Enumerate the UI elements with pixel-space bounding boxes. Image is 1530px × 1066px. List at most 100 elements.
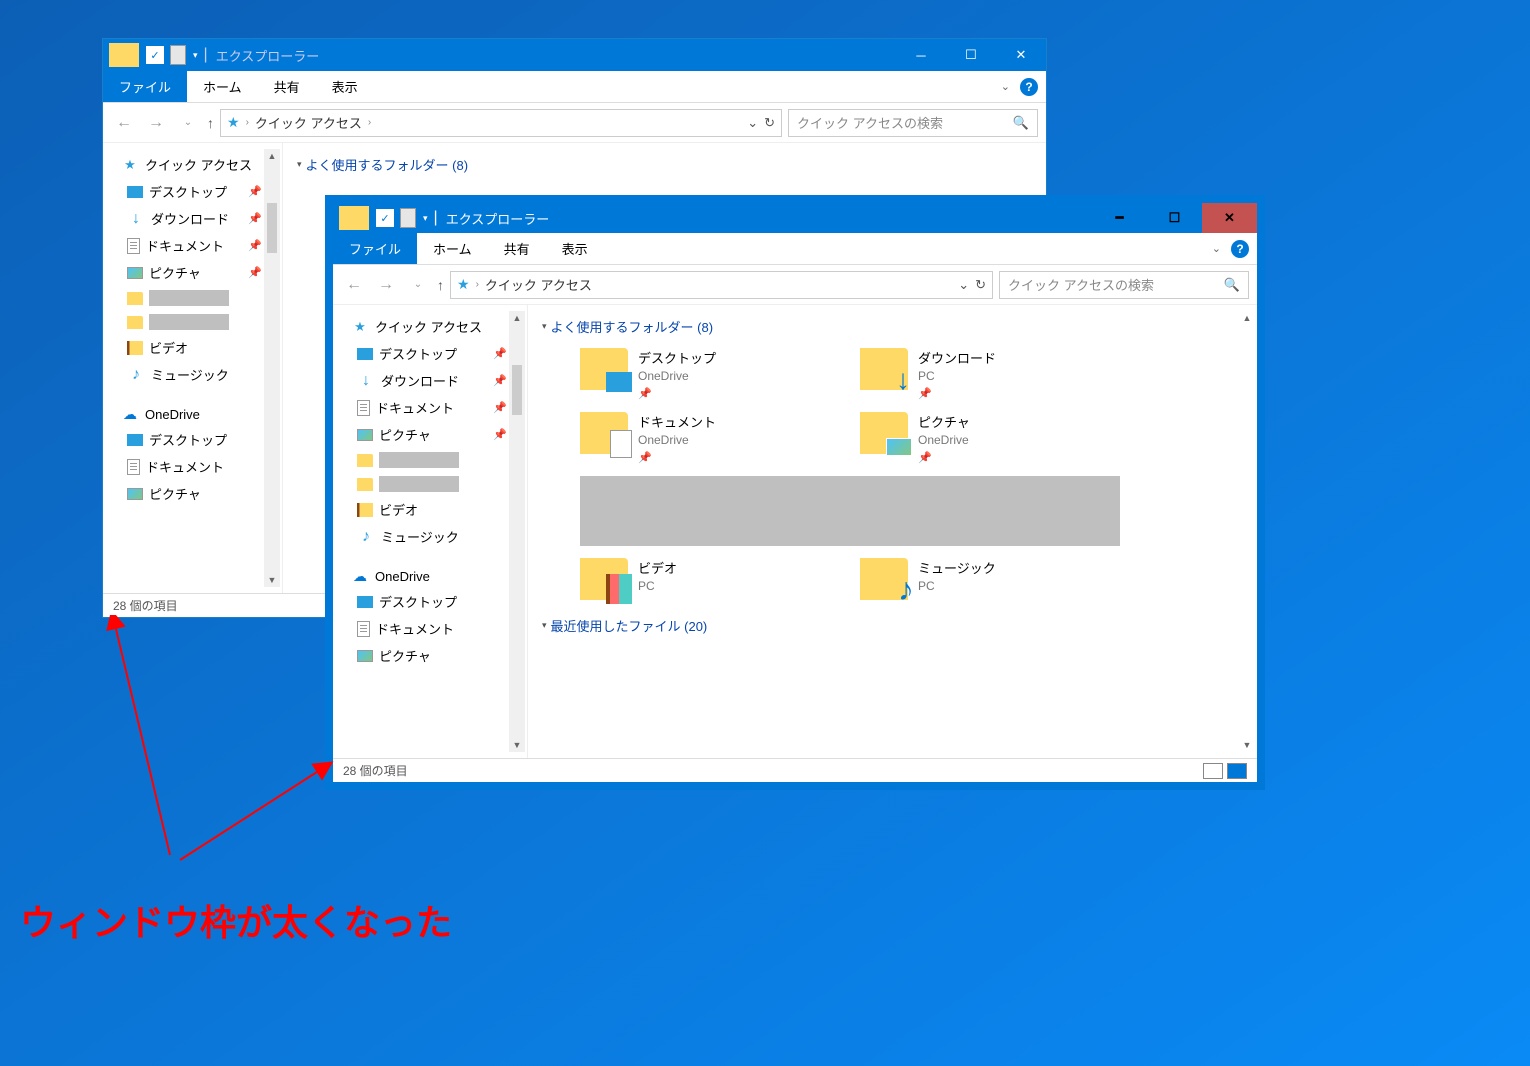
nav-od-desktop[interactable]: デスクトップ — [103, 426, 282, 453]
folder-item-music[interactable]: ♪ ミュージックPC — [860, 558, 1120, 600]
nav-desktop[interactable]: デスクトップ📌 — [333, 340, 527, 367]
nav-od-documents[interactable]: ドキュメント — [103, 453, 282, 480]
folder-item-desktop[interactable]: デスクトップOneDrive📌 — [580, 348, 840, 400]
address-dropdown-icon[interactable]: ⌄ — [958, 277, 969, 293]
close-button[interactable]: ✕ — [1202, 203, 1257, 233]
nav-folder-redacted[interactable] — [103, 286, 282, 310]
up-button[interactable]: ↑ — [437, 277, 444, 293]
nav-od-desktop[interactable]: デスクトップ — [333, 588, 527, 615]
nav-folder-redacted[interactable] — [103, 310, 282, 334]
nav-music[interactable]: ♪ミュージック — [103, 361, 282, 388]
qat-customize-icon[interactable]: ▾ — [193, 50, 198, 61]
collapse-ribbon-icon[interactable]: ⌄ — [1212, 242, 1221, 255]
tab-file[interactable]: ファイル — [333, 233, 417, 264]
tab-share[interactable]: 共有 — [488, 233, 546, 264]
maximize-button[interactable]: ☐ — [1147, 203, 1202, 233]
folder-item-redacted[interactable] — [580, 476, 1120, 546]
annotation-text: ウィンドウ枠が太くなった — [20, 894, 452, 946]
nav-downloads[interactable]: ↓ダウンロード📌 — [103, 205, 282, 232]
qat-properties-icon[interactable]: ✓ — [146, 46, 164, 64]
nav-od-pictures[interactable]: ピクチャ — [103, 480, 282, 507]
history-dropdown-icon[interactable]: ⌄ — [405, 279, 431, 290]
nav-pictures[interactable]: ピクチャ📌 — [333, 421, 527, 448]
ribbon-tabs: ファイル ホーム 共有 表示 ⌄ ? — [103, 71, 1046, 103]
pin-icon: 📌 — [248, 212, 262, 225]
qat-customize-icon[interactable]: ▾ — [423, 213, 428, 224]
nav-documents[interactable]: ドキュメント📌 — [333, 394, 527, 421]
tab-home[interactable]: ホーム — [417, 233, 488, 264]
view-mode-toggle[interactable] — [1203, 763, 1247, 779]
minimize-button[interactable]: ─ — [896, 39, 946, 71]
nav-od-pictures[interactable]: ピクチャ — [333, 642, 527, 669]
nav-pictures[interactable]: ピクチャ📌 — [103, 259, 282, 286]
nav-documents[interactable]: ドキュメント📌 — [103, 232, 282, 259]
pin-icon: 📌 — [918, 387, 996, 400]
search-icon[interactable]: 🔍 — [1013, 115, 1029, 131]
nav-music[interactable]: ♪ミュージック — [333, 523, 527, 550]
folder-item-videos[interactable]: ビデオPC — [580, 558, 840, 600]
tab-home[interactable]: ホーム — [187, 71, 258, 102]
tab-view[interactable]: 表示 — [546, 233, 604, 264]
chevron-right-icon[interactable]: › — [246, 117, 249, 128]
back-button[interactable]: ← — [341, 276, 367, 294]
back-button[interactable]: ← — [111, 114, 137, 132]
tab-file[interactable]: ファイル — [103, 71, 187, 102]
folder-icon — [580, 348, 628, 390]
nav-quick-access[interactable]: ★クイック アクセス — [333, 313, 527, 340]
forward-button[interactable]: → — [373, 276, 399, 294]
search-input[interactable]: クイック アクセスの検索 🔍 — [999, 271, 1249, 299]
group-header-frequent[interactable]: ▾よく使用するフォルダー (8) — [297, 155, 1034, 174]
refresh-icon[interactable]: ↻ — [764, 115, 775, 131]
qat-properties-icon[interactable]: ✓ — [376, 209, 394, 227]
help-icon[interactable]: ? — [1020, 78, 1038, 96]
nav-od-documents[interactable]: ドキュメント — [333, 615, 527, 642]
scrollbar[interactable]: ▲▼ — [264, 149, 280, 587]
refresh-icon[interactable]: ↻ — [975, 277, 986, 293]
pin-icon: 📌 — [248, 266, 262, 279]
collapse-ribbon-icon[interactable]: ⌄ — [1001, 80, 1010, 93]
history-dropdown-icon[interactable]: ⌄ — [175, 117, 201, 128]
nav-videos[interactable]: ビデオ — [103, 334, 282, 361]
nav-folder-redacted[interactable] — [333, 472, 527, 496]
pin-icon: 📌 — [918, 451, 970, 464]
nav-desktop[interactable]: デスクトップ📌 — [103, 178, 282, 205]
breadcrumb[interactable]: クイック アクセス — [255, 113, 362, 132]
chevron-right-icon[interactable]: › — [476, 279, 479, 290]
qat-newfolder-icon[interactable] — [400, 208, 416, 228]
chevron-right-icon[interactable]: › — [368, 117, 371, 128]
minimize-button[interactable]: ━ — [1092, 203, 1147, 233]
help-icon[interactable]: ? — [1231, 240, 1249, 258]
address-bar[interactable]: ★ › クイック アクセス › ⌄↻ — [220, 109, 782, 137]
nav-onedrive[interactable]: ☁OneDrive — [333, 564, 527, 588]
scrollbar[interactable]: ▲▼ — [1239, 311, 1255, 752]
titlebar[interactable]: ✓ ▾ | エクスプローラー ─ ☐ ✕ — [103, 39, 1046, 71]
forward-button[interactable]: → — [143, 114, 169, 132]
group-header-frequent[interactable]: ▾よく使用するフォルダー (8) — [542, 317, 1245, 336]
content-pane[interactable]: ▾よく使用するフォルダー (8) デスクトップOneDrive📌 ↓ ダウンロー… — [528, 305, 1257, 758]
tab-view[interactable]: 表示 — [316, 71, 374, 102]
address-bar[interactable]: ★ › クイック アクセス ⌄↻ — [450, 271, 993, 299]
folder-icon: ↓ — [860, 348, 908, 390]
maximize-button[interactable]: ☐ — [946, 39, 996, 71]
nav-onedrive[interactable]: ☁OneDrive — [103, 402, 282, 426]
nav-downloads[interactable]: ↓ダウンロード📌 — [333, 367, 527, 394]
group-header-recent[interactable]: ▾最近使用したファイル (20) — [542, 616, 1245, 635]
tab-share[interactable]: 共有 — [258, 71, 316, 102]
address-dropdown-icon[interactable]: ⌄ — [747, 115, 758, 131]
folder-item-downloads[interactable]: ↓ ダウンロードPC📌 — [860, 348, 1120, 400]
nav-folder-redacted[interactable] — [333, 448, 527, 472]
close-button[interactable]: ✕ — [996, 39, 1046, 71]
folder-item-documents[interactable]: ドキュメントOneDrive📌 — [580, 412, 840, 464]
nav-videos[interactable]: ビデオ — [333, 496, 527, 523]
search-input[interactable]: クイック アクセスの検索 🔍 — [788, 109, 1038, 137]
titlebar[interactable]: ✓ ▾ | エクスプローラー ━ ☐ ✕ — [333, 203, 1257, 233]
pin-icon: 📌 — [638, 451, 716, 464]
qat-newfolder-icon[interactable] — [170, 45, 186, 65]
scrollbar[interactable]: ▲▼ — [509, 311, 525, 752]
folder-item-pictures[interactable]: ピクチャOneDrive📌 — [860, 412, 1120, 464]
up-button[interactable]: ↑ — [207, 115, 214, 131]
search-icon[interactable]: 🔍 — [1224, 277, 1240, 293]
nav-quick-access[interactable]: ★クイック アクセス — [103, 151, 282, 178]
pin-icon: 📌 — [248, 185, 262, 198]
breadcrumb[interactable]: クイック アクセス — [485, 275, 592, 294]
